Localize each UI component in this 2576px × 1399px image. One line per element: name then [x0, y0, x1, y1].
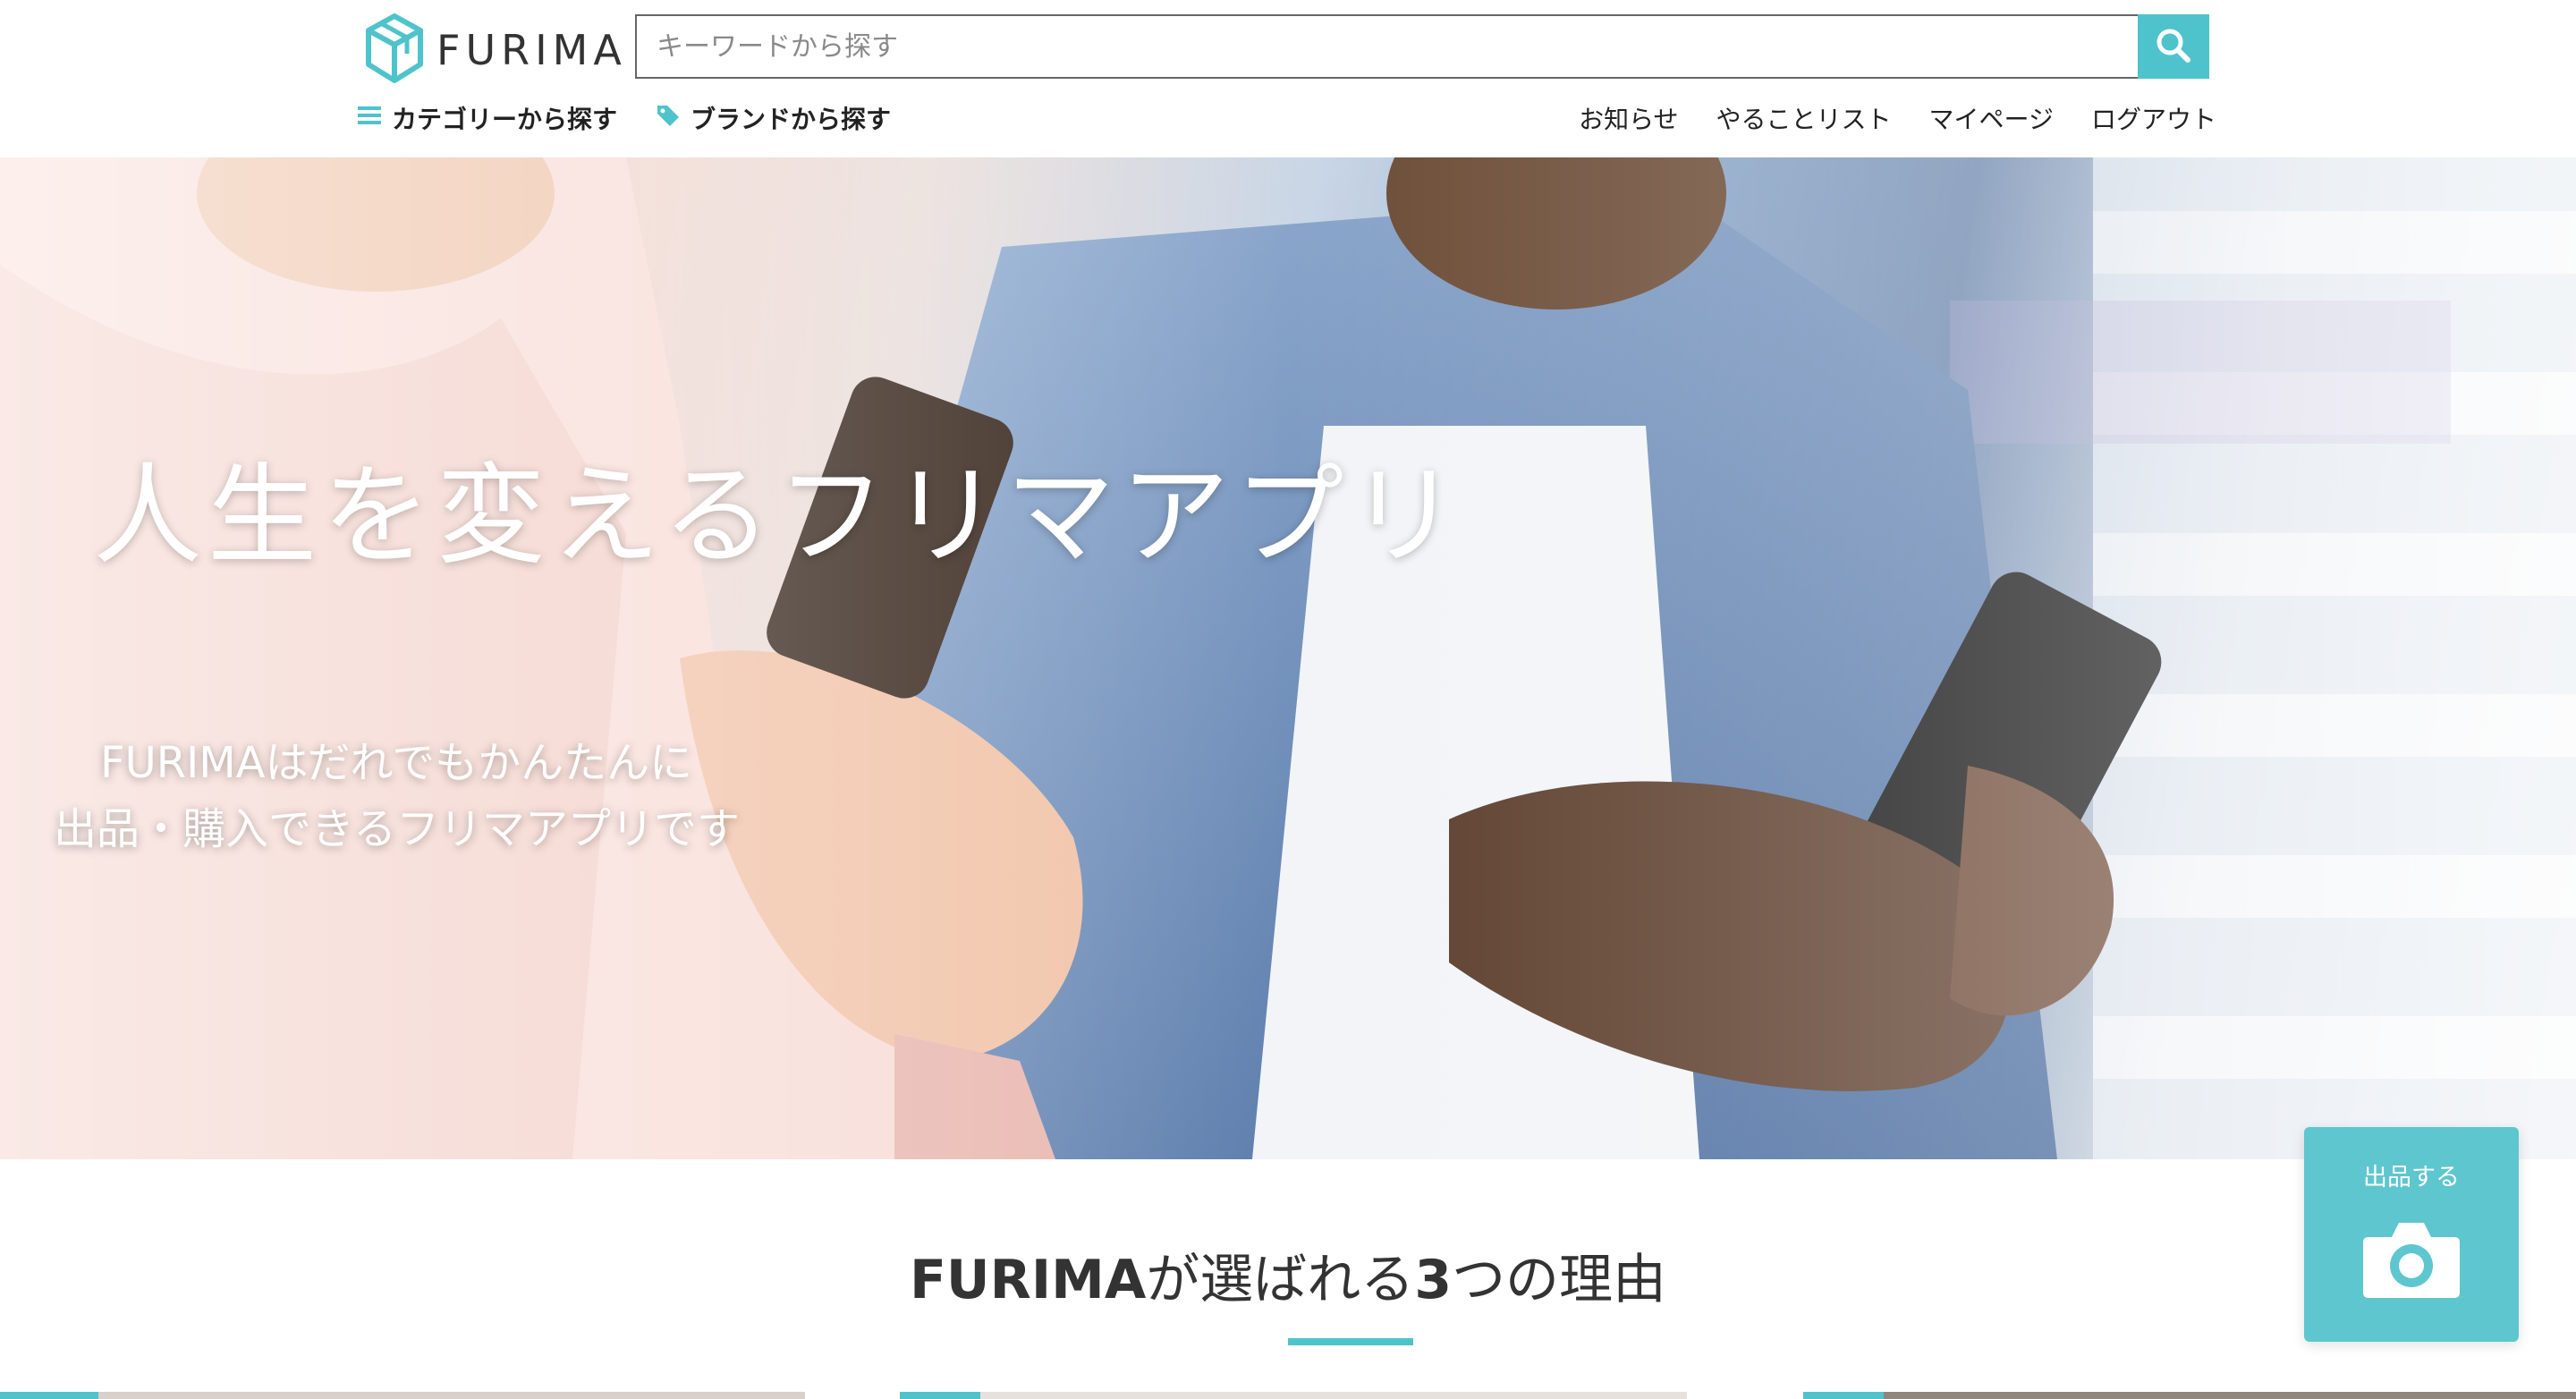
logo-text: FURIMA: [436, 26, 627, 74]
sell-item-label: 出品する: [2363, 1164, 2460, 1191]
reasons-heading-brand: FURIMA: [909, 1249, 1147, 1311]
reason-card-2-edge: [900, 1392, 980, 1399]
reasons-heading: FURIMAが選ばれる3つの理由: [0, 1236, 2576, 1314]
reason-card-1-image-edge: [98, 1392, 805, 1399]
reason-card-3-image-edge: [1884, 1392, 2576, 1399]
reasons-heading-number: 3: [1414, 1249, 1453, 1311]
hero-title: 人生を変えるフリマアプリ: [93, 453, 1464, 580]
cube-logo-icon: [365, 13, 424, 88]
menu-icon: [356, 102, 383, 135]
hero-subtitle-line-2: 出品・購入できるフリマアプリです: [54, 804, 741, 854]
search-form: [635, 14, 2209, 79]
search-input[interactable]: [635, 14, 2138, 79]
search-icon: [2154, 26, 2193, 68]
hero-subtitle-line-1: FURIMAはだれでもかんたんに: [100, 738, 693, 788]
user-nav: お知らせ やることリスト マイページ ログアウト: [1579, 100, 2216, 136]
sell-item-button[interactable]: 出品する: [2304, 1127, 2519, 1342]
browse-by-brand-link[interactable]: ブランドから探す: [655, 100, 891, 136]
browse-nav: カテゴリーから探す ブランドから探す: [356, 100, 891, 136]
hero-subtitle: FURIMAはだれでもかんたんに 出品・購入できるフリマアプリです: [54, 730, 740, 862]
site-header: FURIMA カテゴリーから探す: [0, 0, 2576, 157]
reason-card-3-edge: [1803, 1392, 1884, 1399]
hero-banner: 人生を変えるフリマアプリ FURIMAはだれでもかんたんに 出品・購入できるフリ…: [0, 157, 2576, 1159]
browse-by-brand-label: ブランドから探す: [691, 105, 892, 134]
reasons-heading-rest: つの理由: [1452, 1249, 1667, 1311]
todo-list-link[interactable]: やることリスト: [1716, 100, 1892, 136]
search-button[interactable]: [2138, 14, 2209, 79]
browse-by-category-label: カテゴリーから探す: [392, 105, 618, 134]
reason-card-1-edge: [0, 1392, 98, 1399]
site-logo[interactable]: FURIMA: [365, 13, 627, 88]
notifications-link[interactable]: お知らせ: [1579, 100, 1678, 136]
browse-by-category-link[interactable]: カテゴリーから探す: [356, 100, 617, 136]
camera-icon: [2361, 1192, 2462, 1305]
my-page-link[interactable]: マイページ: [1929, 100, 2054, 136]
reasons-heading-mid: が選ばれる: [1146, 1249, 1415, 1311]
reason-card-2-image-edge: [980, 1392, 1687, 1399]
hero-photo: [0, 157, 2576, 1159]
tag-icon: [655, 102, 682, 135]
logout-link[interactable]: ログアウト: [2091, 100, 2216, 136]
reasons-heading-underline: [1288, 1338, 1413, 1345]
